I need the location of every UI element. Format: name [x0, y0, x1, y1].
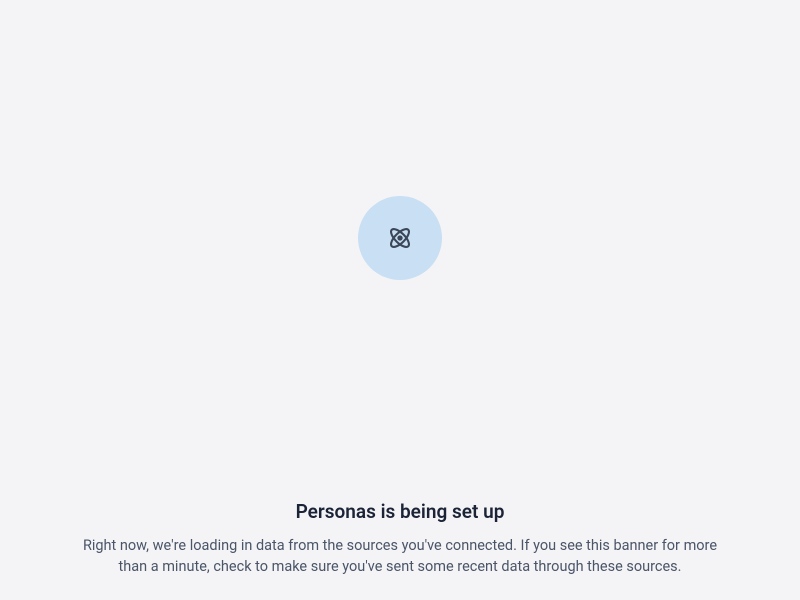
setup-message: Personas is being set up Right now, we'r…: [80, 500, 720, 577]
setup-heading: Personas is being set up: [80, 500, 720, 523]
setup-body: Right now, we're loading in data from th…: [80, 535, 720, 577]
icon-circle: [358, 196, 442, 280]
atom-icon: [386, 224, 414, 252]
